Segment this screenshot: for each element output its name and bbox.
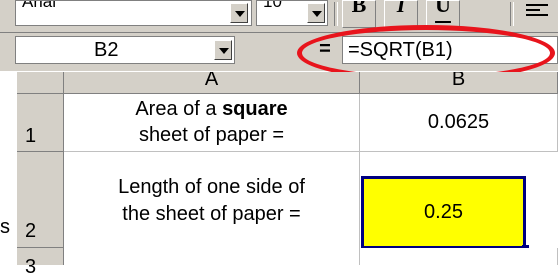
bold-button[interactable]: B	[342, 0, 376, 28]
cell-a1-line1: Area of a square	[135, 98, 288, 120]
name-box-value: B2	[94, 39, 119, 61]
cell-b1[interactable]: 0.0625	[360, 94, 558, 152]
row-header-1[interactable]: 1	[17, 94, 64, 152]
font-size-dropdown-icon[interactable]	[307, 3, 325, 23]
cell-b3[interactable]	[360, 248, 558, 265]
cell-a2[interactable]: Length of one side of the sheet of paper…	[64, 152, 360, 248]
column-header-a[interactable]: A	[64, 72, 360, 94]
cell-a2-line1: Length of one side of	[118, 176, 305, 198]
toolbar-separator	[510, 2, 514, 26]
cell-b2-selected[interactable]: 0.25	[361, 176, 526, 249]
font-size-value: 10	[263, 0, 282, 11]
align-left-icon[interactable]	[526, 4, 548, 22]
column-header-a-label: A	[204, 72, 219, 90]
cell-a1-line2: sheet of paper =	[138, 124, 285, 146]
cell-a2-line2: the sheet of paper =	[122, 203, 301, 225]
font-name-select[interactable]: Arial	[15, 0, 252, 26]
name-box[interactable]: B2	[15, 36, 235, 64]
row-header-2[interactable]: 2	[17, 152, 64, 248]
cell-a3[interactable]	[64, 248, 360, 265]
underline-button[interactable]: U	[426, 0, 460, 28]
cell-b2-value: 0.25	[424, 201, 463, 223]
cell-a1[interactable]: Area of a square sheet of paper =	[64, 94, 360, 152]
bold-label: B	[351, 0, 367, 17]
row-header-1-label: 1	[25, 125, 37, 147]
row-header-3[interactable]: 3	[17, 248, 64, 278]
cell-b1-value: 0.0625	[427, 111, 490, 133]
toolbar-separator	[334, 2, 338, 26]
font-size-select[interactable]: 10	[256, 0, 328, 26]
name-box-dropdown-icon[interactable]	[214, 40, 232, 60]
row-header-2-label: 2	[25, 220, 37, 242]
italic-label: I	[396, 0, 406, 17]
font-name-value: Arial	[22, 0, 57, 11]
underline-label: U	[435, 0, 451, 17]
row-header-3-label: 3	[25, 256, 37, 278]
clipped-text-fragment: s	[0, 216, 10, 238]
column-header-b[interactable]: B	[360, 72, 558, 94]
worksheet-grid: A B 1 Area of a square sheet of paper = …	[0, 72, 558, 278]
select-all-corner[interactable]	[17, 72, 64, 94]
column-header-b-label: B	[451, 72, 466, 90]
font-name-dropdown-icon[interactable]	[230, 3, 248, 23]
italic-button[interactable]: I	[384, 0, 418, 28]
